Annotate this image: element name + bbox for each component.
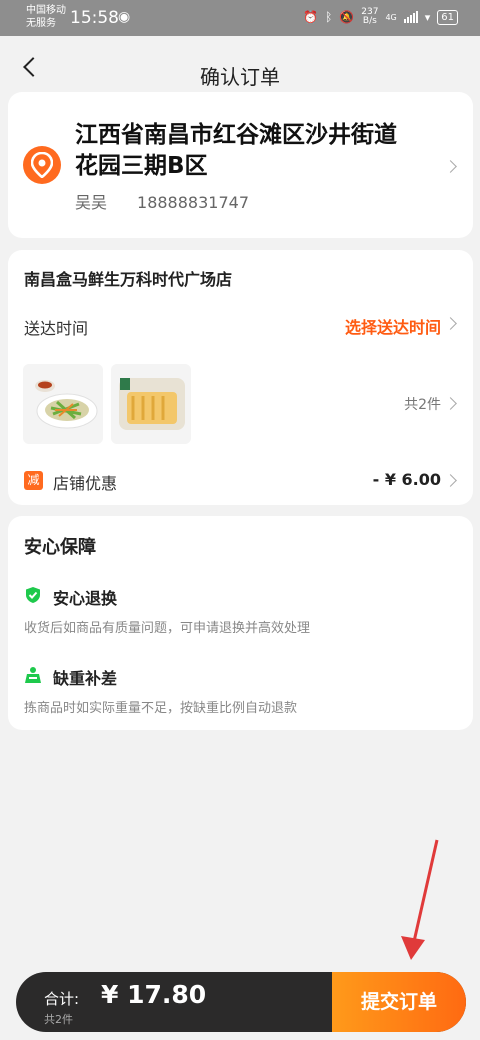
annotation-arrow-icon <box>401 839 439 960</box>
carrier-status: 无服务 <box>26 18 56 29</box>
select-delivery-time[interactable]: 选择送达时间 <box>345 314 441 338</box>
guarantee-item-title: 缺重补差 <box>53 669 118 688</box>
address-card[interactable]: 江西省南昌市红谷滩区沙井街道花园三期B区 吴吴 18888831747 <box>8 92 473 238</box>
network-type: 4G <box>385 12 397 22</box>
product-thumbnail-tofu[interactable] <box>111 364 191 444</box>
total-item-count: 共2件 <box>44 1013 73 1026</box>
store-card: 南昌盒马鲜生万科时代广场店 送达时间 选择送达时间 共2件 减 店铺优惠 - ¥… <box>8 250 473 505</box>
location-pin-icon <box>23 146 61 184</box>
chevron-right-icon <box>444 317 457 330</box>
store-name: 南昌盒马鲜生万科时代广场店 <box>24 270 233 289</box>
total-amount: ¥ 17.80 <box>101 980 207 1009</box>
shield-check-icon <box>26 587 40 603</box>
guarantee-item-title: 安心退换 <box>53 589 118 608</box>
store-discount-value[interactable]: - ¥ 6.00 <box>373 470 441 489</box>
wifi-icon: ▾ <box>424 10 431 24</box>
chevron-right-icon <box>444 160 457 173</box>
delivery-time-label: 送达时间 <box>24 319 89 338</box>
contact-info: 吴吴 18888831747 <box>75 189 249 213</box>
net-speed-unit: B/s <box>362 16 377 26</box>
page-header: 确认订单 <box>0 36 480 92</box>
contact-phone: 18888831747 <box>137 193 249 212</box>
status-time: 15:58 <box>70 8 119 28</box>
address-text: 江西省南昌市红谷滩区沙井街道花园三期B区 <box>75 122 397 179</box>
order-bottom-bar: 合计: ¥ 17.80 共2件 提交订单 <box>16 972 466 1032</box>
item-count[interactable]: 共2件 <box>404 394 441 414</box>
eye-icon: ◉ <box>118 9 131 25</box>
total-label: 合计: <box>44 990 80 1008</box>
chevron-right-icon <box>444 397 457 410</box>
alarm-icon: ⏰ <box>303 10 319 24</box>
guarantee-item-desc: 收货后如商品有质量问题，可申请退换并高效处理 <box>24 621 311 636</box>
guarantee-title: 安心保障 <box>24 537 96 558</box>
carrier-name: 中国移动 <box>26 5 66 16</box>
battery-icon: 61 <box>437 9 458 25</box>
store-discount-label: 店铺优惠 <box>53 474 118 493</box>
submit-order-button[interactable]: 提交订单 <box>332 972 466 1032</box>
scale-icon <box>25 667 41 683</box>
status-bar: 中国移动 无服务 15:58 ◉ ⏰ ᛒ 🔕 237 B/s 4G ▾ 61 <box>0 0 480 36</box>
net-speed: 237 B/s <box>361 8 378 26</box>
signal-icon <box>403 11 418 23</box>
product-thumbnail-salad[interactable] <box>23 364 103 444</box>
carrier-info: 中国移动 无服务 <box>26 4 66 30</box>
discount-badge: 减 <box>24 471 43 490</box>
page-title: 确认订单 <box>200 65 280 89</box>
contact-name: 吴吴 <box>75 193 108 212</box>
guarantee-item-desc: 拣商品时如实际重量不足，按缺重比例自动退款 <box>24 701 298 716</box>
chevron-right-icon <box>444 474 457 487</box>
status-icons: ⏰ ᛒ 🔕 237 B/s 4G ▾ 61 <box>303 8 458 26</box>
mute-icon: 🔕 <box>339 10 355 24</box>
bluetooth-icon: ᛒ <box>325 10 333 24</box>
guarantee-card: 安心保障 安心退换 收货后如商品有质量问题，可申请退换并高效处理 缺重补差 拣商… <box>8 516 473 730</box>
